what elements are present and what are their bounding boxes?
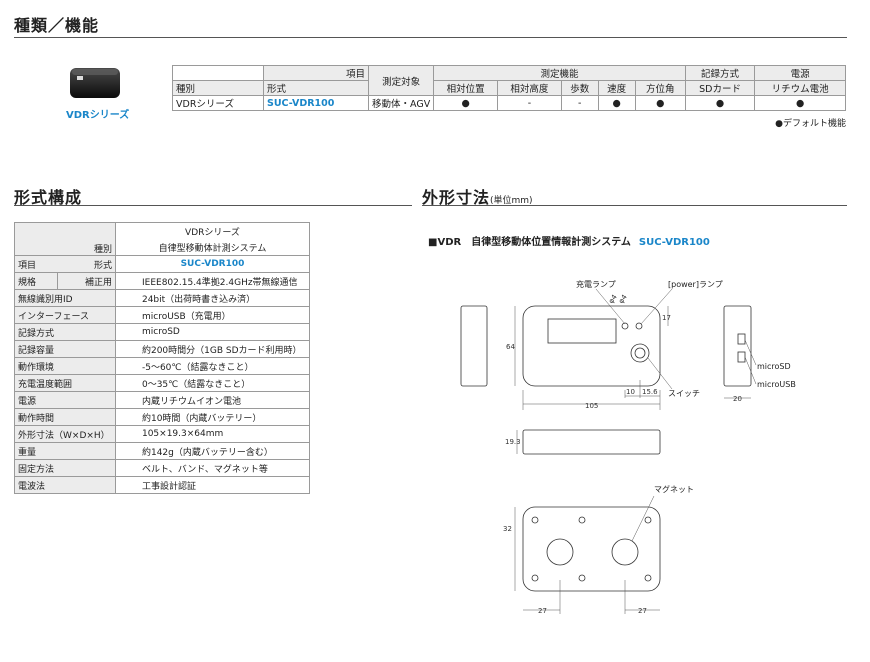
side-view-right [723, 305, 752, 387]
label-switch: スイッチ [668, 389, 700, 398]
dim-32: 32 [503, 525, 512, 533]
dim-17: 17 [662, 314, 671, 322]
label-microsd: microSD [757, 362, 791, 371]
switch-inner [634, 347, 646, 359]
dim-15-6: 15.6 [642, 388, 658, 396]
dim-105: 105 [585, 402, 598, 410]
dim-27-right: 27 [638, 607, 647, 615]
dim-19-3: 19.3 [505, 438, 521, 446]
dim-10: 10 [626, 388, 635, 396]
magnet-left [546, 538, 574, 566]
microusb-slot [737, 351, 746, 363]
bottom-view [522, 506, 661, 592]
label-power-lamp: [power]ランプ [668, 280, 723, 289]
label-magnet: マグネット [654, 484, 694, 494]
label-microusb: microUSB [757, 380, 796, 389]
dim-64: 64 [506, 343, 515, 351]
microsd-slot [737, 333, 746, 345]
front-view [522, 305, 661, 387]
dimension-drawings: 充電ランプ [power]ランプ スイッチ microSD microUSB マ… [460, 279, 796, 615]
dim-phi2: φ4 [617, 293, 629, 305]
switch-outer [630, 343, 650, 363]
side-view-left [460, 305, 488, 387]
top-view [522, 429, 661, 455]
front-window [547, 318, 617, 344]
dim-27-left: 27 [538, 607, 547, 615]
dim-20: 20 [733, 395, 742, 403]
label-charge-lamp: 充電ランプ [576, 279, 616, 289]
magnet-right [611, 538, 639, 566]
